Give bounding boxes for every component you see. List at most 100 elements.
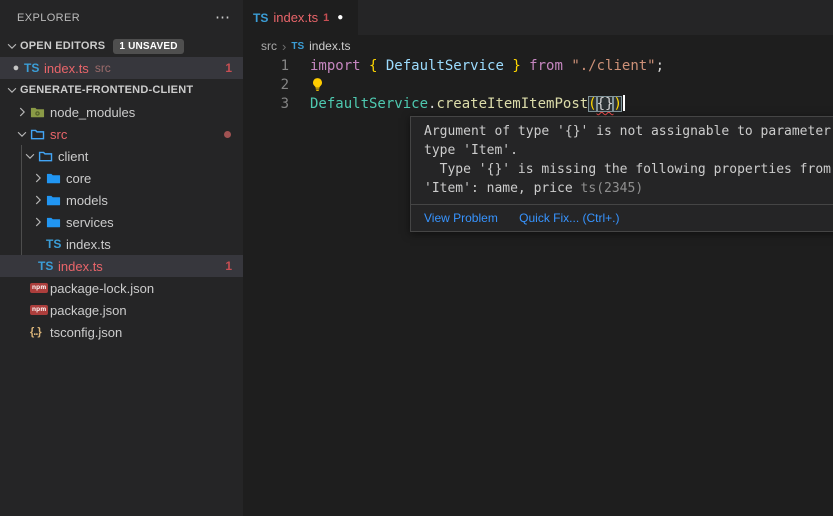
error-message-line: 'Item': name, price ts(2345) [424, 179, 833, 198]
breadcrumb-separator-icon: › [282, 39, 286, 54]
ts-file-icon: TS [38, 259, 53, 273]
error-count-badge: 1 [225, 61, 232, 75]
ts-file-icon: TS [24, 61, 39, 75]
line-number: 2 [243, 76, 289, 95]
tab-file-name: index.ts [273, 10, 318, 25]
tree-item-services[interactable]: services [0, 211, 243, 233]
folder-error-dot-badge [224, 131, 231, 138]
more-actions-icon[interactable]: ⋯ [215, 13, 231, 23]
breadcrumb-file[interactable]: index.ts [309, 39, 350, 53]
open-editor-item-index-ts[interactable]: ● TS index.ts src 1 [0, 57, 243, 79]
tree-item-label: index.ts [66, 237, 111, 252]
ts-file-icon: TS [253, 11, 268, 25]
folder-open-icon [30, 126, 50, 142]
bracket-match: ) [613, 96, 621, 112]
code-token: "./client" [571, 58, 655, 74]
open-editors-label: OPEN EDITORS [20, 40, 105, 52]
folder-open-icon [38, 148, 58, 164]
explorer-sidebar: EXPLORER ⋯ OPEN EDITORS 1 UNSAVED ● TS i… [0, 0, 243, 516]
chevron-down-icon [14, 126, 30, 142]
text-cursor [623, 95, 625, 111]
tree-item-src[interactable]: src [0, 123, 243, 145]
unsaved-badge: 1 UNSAVED [113, 39, 183, 54]
open-editors-header[interactable]: OPEN EDITORS 1 UNSAVED [0, 35, 243, 57]
quick-fix-link[interactable]: Quick Fix... (Ctrl+.) [519, 211, 619, 225]
tab-error-count: 1 [323, 12, 329, 24]
code-token: DefaultService [310, 96, 428, 112]
tooltip-action-bar: View Problem Quick Fix... (Ctrl+.) [411, 204, 833, 231]
tree-item-label: client [58, 149, 88, 164]
code-editor[interactable]: 1 import { DefaultService } from "./clie… [243, 57, 833, 114]
npm-icon: npm [30, 283, 48, 294]
tree-item-models[interactable]: models [0, 189, 243, 211]
tree-item-label: core [66, 171, 91, 186]
tree-item-label: package.json [50, 303, 127, 318]
code-token: import [310, 58, 369, 74]
view-problem-link[interactable]: View Problem [424, 211, 498, 225]
tree-item-package-lock-json[interactable]: npm package-lock.json [0, 277, 243, 299]
folder-icon [46, 192, 66, 208]
explorer-header: EXPLORER ⋯ [0, 0, 243, 35]
line-number: 3 [243, 95, 289, 114]
chevron-down-icon [4, 82, 20, 98]
bracket-match: ( [588, 96, 596, 112]
open-editor-file-description: src [95, 61, 111, 75]
folder-icon [46, 170, 66, 186]
project-root-label: GENERATE-FRONTEND-CLIENT [20, 84, 193, 96]
tree-item-label: src [50, 127, 67, 142]
error-message-line: type 'Item'. [424, 141, 833, 160]
breadcrumb-folder[interactable]: src [261, 39, 277, 53]
tree-item-label: tsconfig.json [50, 325, 122, 340]
npm-icon: npm [30, 305, 48, 316]
tree-item-label: index.ts [58, 259, 103, 274]
editor-group: TS index.ts 1 ● src › TS index.ts 1 impo… [243, 0, 833, 516]
node-modules-folder-icon [30, 104, 50, 120]
chevron-down-icon [22, 148, 38, 164]
code-token: } [504, 58, 521, 74]
code-token: ; [656, 58, 664, 74]
lightbulb-icon[interactable] [310, 77, 325, 92]
chevron-right-icon [30, 214, 46, 230]
error-message: Argument of type '{}' is not assignable … [411, 117, 833, 204]
code-line-3[interactable]: 3 DefaultService.createItemItemPost({}) [243, 95, 833, 114]
chevron-right-icon [14, 104, 30, 120]
code-token: DefaultService [386, 58, 504, 74]
tree-item-index-ts-src[interactable]: TS index.ts 1 [0, 255, 243, 277]
tree-item-label: models [66, 193, 108, 208]
error-underlined-token: {} [597, 96, 614, 112]
chevron-down-icon [4, 38, 20, 54]
code-token: createItemItemPost [436, 96, 588, 112]
tree-item-core[interactable]: core [0, 167, 243, 189]
tree-item-package-json[interactable]: npm package.json [0, 299, 243, 321]
tab-index-ts[interactable]: TS index.ts 1 ● [243, 0, 358, 35]
tree-item-client[interactable]: client [0, 145, 243, 167]
folder-icon [46, 214, 66, 230]
line-number: 1 [243, 57, 289, 76]
error-message-line: Type '{}' is missing the following prope… [424, 160, 833, 179]
explorer-title: EXPLORER [17, 12, 80, 24]
error-tooltip: Argument of type '{}' is not assignable … [410, 116, 833, 232]
json-braces-icon: {..} [30, 326, 41, 338]
error-message-line: Argument of type '{}' is not assignable … [424, 122, 833, 141]
error-message-text: 'Item': name, price [424, 181, 581, 196]
tree-item-node-modules[interactable]: node_modules [0, 101, 243, 123]
breadcrumb: src › TS index.ts [243, 35, 833, 57]
error-code: ts(2345) [581, 181, 644, 196]
chevron-right-icon [30, 170, 46, 186]
code-token: { [369, 58, 386, 74]
tree-item-label: node_modules [50, 105, 135, 120]
ts-file-icon: TS [291, 41, 304, 52]
code-line-2[interactable]: 2 [243, 76, 833, 95]
code-line-1[interactable]: 1 import { DefaultService } from "./clie… [243, 57, 833, 76]
open-editor-file-name: index.ts [44, 61, 89, 76]
code-token: from [521, 58, 572, 74]
modified-dot-icon[interactable]: ● [8, 62, 24, 74]
tree-item-index-ts-client[interactable]: TS index.ts [0, 233, 243, 255]
tree-item-tsconfig-json[interactable]: {..} tsconfig.json [0, 321, 243, 343]
error-count-badge: 1 [225, 259, 232, 273]
unsaved-dot-icon[interactable]: ● [337, 12, 343, 23]
vscode-window: EXPLORER ⋯ OPEN EDITORS 1 UNSAVED ● TS i… [0, 0, 833, 516]
ts-file-icon: TS [46, 237, 61, 251]
chevron-right-icon [30, 192, 46, 208]
project-root-header[interactable]: GENERATE-FRONTEND-CLIENT [0, 79, 243, 101]
